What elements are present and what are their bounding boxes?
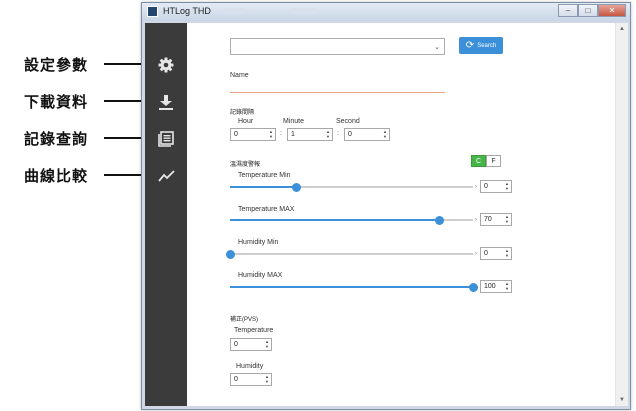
annotation-compare: 曲線比較 bbox=[24, 165, 160, 185]
slider-thumb[interactable] bbox=[226, 250, 235, 259]
alarm-section-label: 溫濕度警報 bbox=[230, 162, 261, 168]
temperature-max-number: 70 bbox=[484, 216, 492, 223]
humidity-min-value[interactable]: 0 ▲ ▼ bbox=[480, 247, 512, 260]
annotation-label: 記錄查詢 bbox=[24, 129, 89, 148]
device-select[interactable]: ⌄ bbox=[230, 38, 445, 55]
annotation-label: 曲線比較 bbox=[24, 166, 89, 185]
calibration-section-label: 補正(PVS) bbox=[230, 317, 259, 323]
chart-line-icon bbox=[157, 170, 175, 182]
calibration-temperature-value: 0 bbox=[234, 341, 238, 348]
humidity-min-slider[interactable]: › bbox=[226, 250, 477, 259]
window-title: HTLog THD bbox=[163, 6, 211, 16]
temperature-max-value[interactable]: 70 ▲ ▼ bbox=[480, 213, 512, 226]
name-input[interactable] bbox=[230, 92, 445, 93]
calibration-temperature-stepper[interactable]: 0 ▲ ▼ bbox=[230, 338, 272, 351]
stepper-arrows-icon[interactable]: ▲ ▼ bbox=[505, 248, 509, 258]
title-bar[interactable]: HTLog THD – □ ✕ bbox=[142, 3, 630, 21]
gear-icon bbox=[158, 57, 174, 73]
client-area: ⌄ ⟳ Search Name 記錄間隔 Hour Minute Second … bbox=[145, 23, 628, 406]
slider-thumb[interactable] bbox=[292, 183, 301, 192]
temperature-min-slider[interactable]: › bbox=[230, 183, 477, 192]
second-stepper[interactable]: 0 ▲ ▼ bbox=[344, 128, 390, 141]
calibration-humidity-label: Humidity bbox=[236, 363, 264, 370]
humidity-max-value[interactable]: 100 ▲ ▼ bbox=[480, 280, 512, 293]
interval-section-label: 記錄間隔 bbox=[230, 110, 255, 116]
second-label: Second bbox=[336, 118, 360, 125]
hour-value: 0 bbox=[234, 131, 238, 138]
slider-label: Humidity Min bbox=[238, 239, 279, 246]
scroll-up-icon[interactable]: ▲ bbox=[619, 26, 625, 32]
annotation-label: 設定參數 bbox=[24, 55, 89, 74]
sidebar-item-records[interactable] bbox=[145, 121, 187, 157]
slider-fill bbox=[230, 186, 296, 188]
colon-separator: : bbox=[280, 130, 282, 137]
chevron-right-icon: › bbox=[475, 251, 477, 257]
search-button[interactable]: ⟳ Search bbox=[459, 37, 503, 54]
colon-separator: : bbox=[337, 130, 339, 137]
unit-f-option[interactable]: F bbox=[486, 155, 501, 167]
temperature-min-number: 0 bbox=[484, 183, 488, 190]
chevron-right-icon: › bbox=[475, 284, 477, 290]
unit-c-option[interactable]: C bbox=[471, 155, 486, 167]
chevron-right-icon: › bbox=[475, 217, 477, 223]
hour-label: Hour bbox=[238, 118, 254, 125]
chevron-down-icon: ⌄ bbox=[434, 44, 440, 51]
stepper-arrows-icon[interactable]: ▲ ▼ bbox=[505, 181, 509, 191]
sidebar bbox=[145, 23, 187, 406]
sidebar-item-download[interactable] bbox=[145, 84, 187, 120]
search-label: Search bbox=[477, 42, 497, 49]
humidity-min-number: 0 bbox=[484, 250, 488, 257]
stepper-arrows-icon[interactable]: ▲ ▼ bbox=[383, 129, 387, 139]
calibration-humidity-value: 0 bbox=[234, 376, 238, 383]
minimize-button[interactable]: – bbox=[558, 4, 578, 17]
slider-label: Temperature MAX bbox=[238, 206, 295, 213]
stepper-arrows-icon[interactable]: ▲ ▼ bbox=[265, 339, 269, 349]
sidebar-item-settings[interactable] bbox=[145, 47, 187, 83]
refresh-icon: ⟳ bbox=[465, 39, 475, 51]
scroll-down-icon[interactable]: ▼ bbox=[619, 397, 625, 403]
humidity-max-slider[interactable]: › bbox=[230, 283, 478, 292]
annotation-records: 記錄查詢 bbox=[24, 128, 160, 148]
vertical-scrollbar[interactable]: ▲ ▼ bbox=[615, 23, 628, 406]
annotation-download: 下載資料 bbox=[24, 91, 160, 111]
minute-label: Minute bbox=[283, 118, 305, 125]
annotation-label: 下載資料 bbox=[24, 92, 89, 111]
title-blur bbox=[290, 8, 316, 14]
name-label: Name bbox=[230, 72, 249, 79]
slider-fill bbox=[230, 219, 439, 221]
minute-value: 1 bbox=[291, 131, 295, 138]
chevron-right-icon: › bbox=[475, 184, 477, 190]
annotation-settings: 設定參數 bbox=[24, 54, 160, 74]
temperature-max-slider[interactable]: › bbox=[230, 216, 477, 225]
settings-panel: ⌄ ⟳ Search Name 記錄間隔 Hour Minute Second … bbox=[187, 23, 615, 406]
slider-fill bbox=[230, 286, 473, 288]
slider-label: Humidity MAX bbox=[238, 272, 283, 279]
minute-stepper[interactable]: 1 ▲ ▼ bbox=[287, 128, 333, 141]
app-window: HTLog THD – □ ✕ ⌄ ⟳ Search Name 記錄間隔 Hou… bbox=[141, 2, 631, 410]
calibration-temperature-label: Temperature bbox=[234, 327, 274, 334]
download-icon bbox=[159, 94, 173, 110]
humidity-max-number: 100 bbox=[484, 283, 496, 290]
slider-label: Temperature Min bbox=[238, 172, 291, 179]
stepper-arrows-icon[interactable]: ▲ ▼ bbox=[269, 129, 273, 139]
records-icon bbox=[158, 131, 174, 147]
stepper-arrows-icon[interactable]: ▲ ▼ bbox=[265, 374, 269, 384]
slider-thumb[interactable] bbox=[435, 216, 444, 225]
hour-stepper[interactable]: 0 ▲ ▼ bbox=[230, 128, 276, 141]
calibration-humidity-stepper[interactable]: 0 ▲ ▼ bbox=[230, 373, 272, 386]
close-button[interactable]: ✕ bbox=[598, 4, 626, 17]
window-controls: – □ ✕ bbox=[558, 4, 626, 17]
stepper-arrows-icon[interactable]: ▲ ▼ bbox=[505, 214, 509, 224]
app-icon bbox=[147, 6, 158, 17]
maximize-button[interactable]: □ bbox=[578, 4, 598, 17]
sidebar-item-compare[interactable] bbox=[145, 158, 187, 194]
unit-toggle[interactable]: C F bbox=[471, 155, 501, 167]
title-blur bbox=[224, 8, 246, 14]
stepper-arrows-icon[interactable]: ▲ ▼ bbox=[505, 281, 509, 291]
stepper-arrows-icon[interactable]: ▲ ▼ bbox=[326, 129, 330, 139]
second-value: 0 bbox=[348, 131, 352, 138]
temperature-min-value[interactable]: 0 ▲ ▼ bbox=[480, 180, 512, 193]
